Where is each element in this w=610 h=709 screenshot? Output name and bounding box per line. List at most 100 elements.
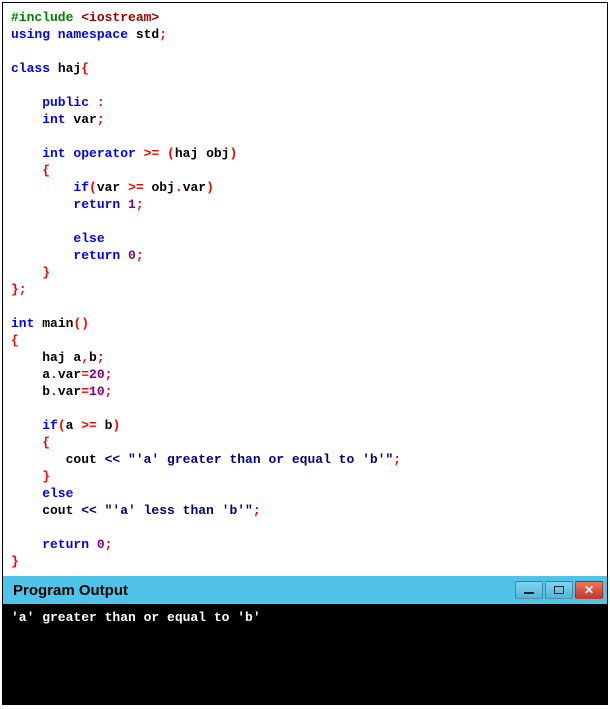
code-token: "'a' greater than or equal to 'b'"	[128, 452, 393, 467]
code-line: int var;	[11, 111, 599, 128]
code-line	[11, 43, 599, 60]
code-line: }	[11, 468, 599, 485]
code-token: a	[66, 418, 82, 433]
code-token: ()	[73, 316, 89, 331]
code-line: int main()	[11, 315, 599, 332]
code-line: public :	[11, 94, 599, 111]
code-token: int	[11, 112, 73, 127]
code-line: haj a,b;	[11, 349, 599, 366]
code-token: }	[11, 554, 19, 569]
code-token: :	[97, 95, 105, 110]
code-token: var	[183, 180, 206, 195]
code-token: {	[11, 163, 50, 178]
code-line	[11, 400, 599, 417]
code-line: cout << "'a' less than 'b'";	[11, 502, 599, 519]
maximize-button[interactable]	[545, 581, 573, 599]
code-token: a	[11, 367, 50, 382]
minimize-button[interactable]	[515, 581, 543, 599]
maximize-icon	[554, 586, 564, 594]
output-titlebar: Program Output ✕	[3, 576, 607, 604]
code-token: #include	[11, 10, 81, 25]
code-token: obj	[144, 180, 175, 195]
code-token: =	[81, 384, 89, 399]
code-token: "'a' less than 'b'"	[105, 503, 253, 518]
code-line: {	[11, 332, 599, 349]
output-panel: Program Output ✕ 'a' greater than or equ…	[3, 576, 607, 704]
code-token: }	[11, 469, 50, 484]
output-body: 'a' greater than or equal to 'b'	[3, 604, 607, 704]
code-token: ;	[393, 452, 401, 467]
code-token: .	[50, 384, 58, 399]
code-token: int	[11, 146, 73, 161]
code-line: return 0;	[11, 536, 599, 553]
code-line: if(a >= b)	[11, 417, 599, 434]
code-line	[11, 298, 599, 315]
code-line: else	[11, 230, 599, 247]
code-token: b	[97, 418, 113, 433]
code-token: <iostream>	[81, 10, 159, 25]
close-button[interactable]: ✕	[575, 581, 603, 599]
code-editor[interactable]: #include <iostream>using namespace std; …	[3, 3, 607, 576]
code-line: else	[11, 485, 599, 502]
code-token: .	[50, 367, 58, 382]
code-token: var	[58, 367, 81, 382]
code-token: 0	[97, 537, 105, 552]
code-token: haj a	[11, 350, 81, 365]
code-token: =	[81, 367, 89, 382]
code-line: a.var=20;	[11, 366, 599, 383]
code-token: ;	[136, 197, 144, 212]
code-token: return	[11, 537, 97, 552]
minimize-icon	[524, 592, 534, 594]
code-token: (	[58, 418, 66, 433]
code-token: ;	[105, 537, 113, 552]
code-line: }	[11, 553, 599, 570]
code-token: >=	[128, 180, 144, 195]
code-token: var	[97, 180, 128, 195]
code-token: {	[11, 333, 19, 348]
code-token: <<	[81, 503, 104, 518]
code-line: class haj{	[11, 60, 599, 77]
code-token: ;	[97, 112, 105, 127]
code-line	[11, 519, 599, 536]
window: #include <iostream>using namespace std; …	[2, 2, 608, 705]
code-line	[11, 77, 599, 94]
code-line: };	[11, 281, 599, 298]
code-line: int operator >= (haj obj)	[11, 145, 599, 162]
code-line: if(var >= obj.var)	[11, 179, 599, 196]
code-token: else	[11, 231, 105, 246]
code-token: cout	[11, 503, 81, 518]
code-line: b.var=10;	[11, 383, 599, 400]
code-token: haj	[58, 61, 81, 76]
code-token: .	[175, 180, 183, 195]
code-token: ;	[253, 503, 261, 518]
code-token: 10	[89, 384, 105, 399]
code-token: else	[11, 486, 73, 501]
code-token: )	[206, 180, 214, 195]
code-token: if	[11, 418, 58, 433]
code-token: cout	[11, 452, 105, 467]
code-token: using namespace	[11, 27, 136, 42]
code-token: }	[11, 265, 50, 280]
code-token: if	[11, 180, 89, 195]
code-token: {	[11, 435, 50, 450]
code-token: class	[11, 61, 58, 76]
code-token: };	[11, 282, 27, 297]
code-token: ;	[97, 350, 105, 365]
code-token: )	[229, 146, 237, 161]
code-token: <<	[105, 452, 128, 467]
code-token: ;	[159, 27, 167, 42]
code-token: )	[112, 418, 120, 433]
code-token: (	[89, 180, 97, 195]
code-token: return	[11, 197, 128, 212]
code-token: b	[89, 350, 97, 365]
code-token: ,	[81, 350, 89, 365]
code-line	[11, 213, 599, 230]
code-token: std	[136, 27, 159, 42]
output-title: Program Output	[13, 582, 515, 599]
code-token: 0	[128, 248, 136, 263]
code-line: return 0;	[11, 247, 599, 264]
code-token: 20	[89, 367, 105, 382]
code-token: public	[11, 95, 97, 110]
code-token: main	[42, 316, 73, 331]
code-line: #include <iostream>	[11, 9, 599, 26]
